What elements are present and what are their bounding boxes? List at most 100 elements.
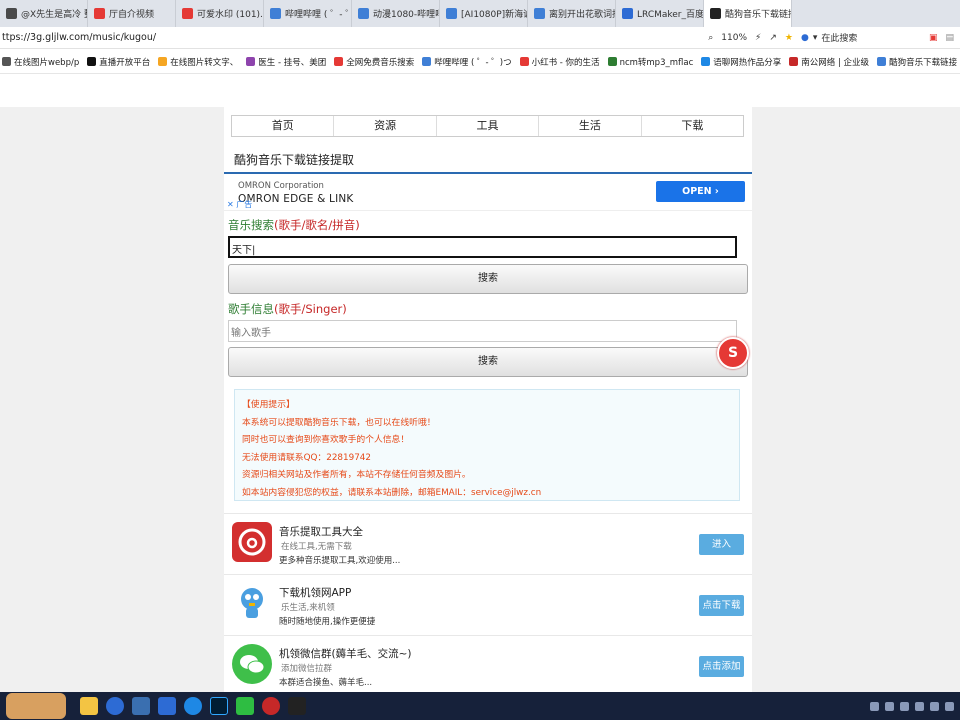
nav-life[interactable]: 生活 — [539, 116, 642, 136]
bookmark-item[interactable]: 医生 - 挂号、美团 — [246, 56, 326, 68]
download-app-button[interactable]: 点击下载 — [699, 595, 744, 616]
zoom-level[interactable]: 110% — [721, 33, 747, 43]
tip-line: 同时也可以查询到你喜欢歌手的个人信息！ — [242, 435, 410, 445]
tab-favicon-icon — [710, 8, 721, 19]
enter-button[interactable]: 进入 — [699, 534, 744, 555]
bookmarks-bar: 在线图片webp/p 直播开放平台 在线图片转文字、 医生 - 挂号、美团 全网… — [0, 50, 960, 74]
star-icon[interactable]: ★ — [785, 33, 793, 43]
browser-tab-active[interactable]: 酷狗音乐下载链接✕ — [704, 0, 792, 27]
bilibili-icon — [358, 8, 369, 19]
browser-tab[interactable]: 可爱水印 (101).png — [176, 0, 264, 27]
card-title: 机领微信群(薅羊毛、交流~) — [279, 648, 412, 660]
tip-line: 资源归相关网站及作者所有，本站不存储任何音频及图片。 — [242, 470, 471, 480]
nav-download[interactable]: 下载 — [642, 116, 743, 136]
start-button-icon[interactable] — [6, 693, 66, 719]
page-title: 酷狗音乐下载链接提取 — [234, 153, 355, 167]
nav-tools[interactable]: 工具 — [437, 116, 540, 136]
ad-name: OMRON EDGE & LINK — [238, 193, 354, 205]
kugou-icon[interactable] — [106, 697, 124, 715]
browser-search-box[interactable]: ● ▾ 在此搜索 — [801, 31, 921, 45]
browser-tab[interactable]: 哔哩哔哩 ( ゜- ゜)つロ — [264, 0, 352, 27]
tips-heading: 【使用提示】 — [242, 400, 295, 410]
share-icon[interactable]: ↗ — [769, 33, 777, 43]
extension-icon[interactable]: ▣ — [929, 33, 938, 43]
singer-input[interactable]: 输入歌手 — [228, 320, 737, 342]
bookmark-item[interactable]: 酷狗音乐下载链接 — [877, 56, 957, 68]
singer-info-label: 歌手信息(歌手/Singer) — [228, 302, 347, 316]
url-field[interactable]: ttps://3g.gljlw.com/music/kugou/ — [0, 32, 156, 43]
tray-icon[interactable] — [945, 701, 954, 711]
photoshop-icon[interactable] — [210, 697, 228, 715]
usage-tips: 【使用提示】 本系统可以提取酷狗音乐下载，也可以在线听哦！ 同时也可以查询到你喜… — [234, 389, 740, 501]
wechat-icon — [232, 644, 272, 684]
card-title: 下载机领网APP — [279, 587, 352, 599]
floating-badge-icon[interactable]: S — [717, 337, 749, 369]
wechat-icon[interactable] — [236, 697, 254, 715]
music-search-label: 音乐搜索(歌手/歌名/拼音) — [228, 218, 360, 232]
tab-favicon-icon — [6, 8, 17, 19]
app-icon[interactable] — [158, 697, 176, 715]
browser-tab-strip: @X先生是高冷 整理 厅自介视频 可爱水印 (101).png 哔哩哔哩 ( ゜… — [0, 0, 960, 27]
netease-music-icon — [232, 522, 272, 562]
card-description: 本群适合摸鱼、薅羊毛... — [279, 678, 373, 688]
card-title: 音乐提取工具大全 — [279, 526, 363, 538]
os-taskbar — [0, 692, 960, 720]
tab-favicon-icon — [182, 8, 193, 19]
tray-icon[interactable] — [930, 701, 939, 711]
bookmark-item[interactable]: 在线图片转文字、 — [158, 56, 238, 68]
browser-tab[interactable]: [AI1080P]新海诚超 — [440, 0, 528, 27]
browser-tab[interactable]: 厅自介视频 — [88, 0, 176, 27]
tray-icon[interactable] — [870, 701, 879, 711]
xiaohongshu-icon — [519, 57, 529, 66]
tip-line: 如本站内容侵犯您的权益，请联系本站删除，邮箱EMAIL：service@jlwz… — [242, 487, 542, 498]
address-bar: ttps://3g.gljlw.com/music/kugou/ ⌕ 110% … — [0, 27, 960, 49]
tip-line: 本系统可以提取酷狗音乐下载，也可以在线听哦！ — [242, 417, 436, 428]
browser-tab[interactable]: LRCMaker_百度搜索 — [616, 0, 704, 27]
bookmark-item[interactable]: 直播开放平台 — [87, 56, 150, 68]
ad-open-button[interactable]: OPEN › — [656, 181, 745, 202]
bookmark-icon — [246, 57, 256, 66]
app-icon[interactable] — [132, 697, 150, 715]
search-dropdown-icon[interactable]: ▾ — [813, 33, 818, 43]
ad-banner[interactable]: OMRON Corporation OMRON EDGE & LINK ✕ 广告… — [224, 175, 752, 211]
system-tray — [870, 701, 960, 711]
tray-icon[interactable] — [900, 701, 909, 711]
baidu-icon — [622, 8, 633, 19]
file-explorer-icon[interactable] — [80, 697, 98, 715]
card-description: 更多种音乐提取工具,欢迎使用... — [279, 556, 401, 566]
browser-tab[interactable]: 离别开出花歌词抖指 — [528, 0, 616, 27]
mascot-icon — [232, 583, 272, 623]
card-description: 随时随地使用,操作更便捷 — [279, 617, 376, 627]
add-wechat-button[interactable]: 点击添加 — [699, 656, 744, 677]
bilibili-icon — [270, 8, 281, 19]
singer-search-button[interactable]: 搜索 — [228, 347, 748, 377]
nav-resources[interactable]: 资源 — [334, 116, 437, 136]
tray-icon[interactable] — [915, 701, 924, 711]
capcut-icon[interactable] — [288, 697, 306, 715]
nav-home[interactable]: 首页 — [232, 116, 335, 136]
tab-favicon-icon — [94, 8, 105, 19]
browser-icon[interactable] — [184, 697, 202, 715]
bookmark-item[interactable]: 语聊网热作品分享 — [701, 56, 781, 68]
bookmark-icon — [701, 57, 711, 66]
promo-card: 下载机领网APP 乐生活,来机领 随时随地使用,操作更便捷 点击下载 — [224, 574, 752, 634]
extension-icon[interactable]: ▤ — [945, 33, 954, 43]
bookmark-item[interactable]: 在线图片webp/p — [2, 56, 79, 68]
music-search-button[interactable]: 搜索 — [228, 264, 748, 294]
browser-tab[interactable]: @X先生是高冷 整理 — [0, 0, 88, 27]
ad-corp: OMRON Corporation — [238, 181, 324, 191]
zoom-icon[interactable]: ⌕ — [708, 33, 713, 43]
bookmark-item[interactable]: 南公网络 | 企业级 — [789, 56, 869, 68]
browser-tab[interactable]: 动漫1080-哔哩哔哩 — [352, 0, 440, 27]
bookmark-item[interactable]: ncm转mp3_mflac — [607, 56, 693, 68]
bookmark-item[interactable]: 哔哩哔哩 ( ゜- ゜)つ — [422, 56, 512, 68]
bookmark-item[interactable]: 全网免费音乐搜索 — [334, 56, 414, 68]
tray-icon[interactable] — [885, 701, 894, 711]
lightning-icon[interactable]: ⚡ — [755, 33, 761, 43]
app-icon[interactable] — [262, 697, 280, 715]
music-search-input[interactable]: 天下| — [228, 236, 737, 258]
search-placeholder: 在此搜索 — [821, 34, 858, 44]
site-nav: 首页 资源 工具 生活 下载 — [231, 115, 744, 137]
ad-close-icon[interactable]: ✕ 广告 — [227, 199, 252, 210]
bookmark-item[interactable]: 小红书 - 你的生活 — [519, 56, 600, 68]
